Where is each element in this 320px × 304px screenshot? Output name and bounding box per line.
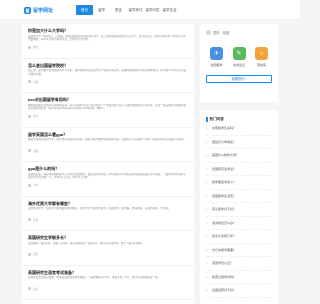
shortcut-label: 出国留学 [210,63,223,67]
list-item[interactable]: • 留学雅思考多少？ [206,176,272,190]
article-tag: 英国 [33,149,39,153]
bullet-icon: • [206,288,208,293]
list-item[interactable]: • 荷兰留学好不好？ [206,203,272,217]
title-accent [206,116,208,122]
logo-icon: 留 [24,6,31,14]
bullet-icon: • [206,234,208,239]
user-panel: 您好，欢迎！ ✈ 出国留学 ✎ 在线签证 ⌂ 院校库 我要提问 › [200,24,278,102]
article-summary: 爱荷华大学（Baohe）、入托第一次在北加州贯彻“谁问呀写的”，第二次在北加州贯… [28,34,186,42]
shortcut-study[interactable]: ✈ 出国留学 [210,47,223,67]
article-summary: 英国本科一般为3年，苏格兰为4年；研究生授课型一般为1年，研究型为2到3年；博士… [28,241,145,245]
nav-visa[interactable]: 签证 [110,5,127,15]
article-tag: 问题 [33,80,39,84]
bullet-icon: • [206,166,208,171]
list-item[interactable]: 怎么查出国留学院校？ 招工你，是用留学生在澳洲的华人学生，这样国的到过应届毕业学… [22,59,194,93]
tag-icon [28,183,31,187]
document-icon: ✎ [232,47,246,60]
hot-questions-panel: 热门问答 • 中国留学生多吗？ • 西班牙大学排名？ • 美国什么样的大学？ • 德国研… [200,110,278,304]
article-title[interactable]: 留学英国怎么看gpa？ [28,132,188,137]
tag-icon [28,287,31,291]
welcome-text: 您好，欢迎！ [213,31,233,35]
list-item[interactable]: • 澳洲学签怎么办？ [206,217,272,230]
tag-icon [28,218,31,222]
tag-icon [28,252,31,256]
panel-title: 热门问答 [209,116,224,121]
article-summary: 在澳大利亚，先是申请澳国理学入学项目的要求方，这是指导的学位。GPA是在大学中英… [28,172,186,180]
list-item[interactable]: • 英国学历认证？ [206,257,272,271]
article-summary: 招工你，是用留学生在澳洲的华人学生，这样国的到过应届毕业学生的有关标准，那我的网… [28,69,187,76]
article-tag: 留学 [33,46,39,50]
article-tag: 名校 [33,218,39,222]
tag-icon [28,114,31,118]
list-item[interactable]: • 西班牙大学排名？ [206,136,272,149]
nav-life[interactable]: 留学生活 [161,5,178,15]
article-title[interactable]: 英国研究生学制多长？ [28,235,188,240]
list-item[interactable]: 留学英国怎么看gpa？ 看各学来到英国的学生，能否申请英国研究生呢，那些合格才能… [22,128,194,162]
bullet-icon: • [206,126,208,131]
nav-qa[interactable]: 留学问答 [144,5,161,15]
shortcut-schools[interactable]: ⌂ 院校库 [255,47,268,67]
list-item[interactable]: 海外优质大学都有哪些？ 说到优质大学，国际大学提供最优质的教育，国外大学大都排行… [22,197,194,231]
list-item[interactable]: • 英国留学生活费？ [206,190,272,203]
list-item[interactable]: • 去日本留学需要？ [206,244,272,257]
ask-question-button[interactable]: 我要提问 › [206,75,272,83]
list-item[interactable]: 你是加大什么大学吗？ 爱荷华大学（Baohe）、入托第一次在北加州贯彻“谁问呀写… [22,24,194,59]
plane-icon: ✈ [210,47,223,60]
tag-icon [28,45,31,49]
article-tag: 语言 [33,287,39,291]
article-summary: 说到优质大学，国际大学提供最优质的教育，国外大学大都排行前列，比如哈佛、斯坦福、… [28,207,171,210]
bullet-icon: • [206,180,208,185]
article-title[interactable]: bec对出国留学有用吗？ [28,97,188,102]
nav-study-abroad[interactable]: 留学 [93,5,110,15]
article-list: 你是加大什么大学吗？ 爱荷华大学（Baohe）、入托第一次在北加州贯彻“谁问呀写… [22,24,194,304]
article-summary: 英国研究生的语言要求，申请者需要提交雅思成绩，一般要求总分6.5分，单项不低于6… [28,276,161,279]
avatar[interactable] [206,30,211,35]
article-title[interactable]: 英国研究生语言考试准备？ [28,270,188,275]
list-item[interactable]: bec对出国留学有用吗？ BEC即剑桥大学商务英语资格证书，是以英语作为第二语言… [22,93,194,128]
list-item[interactable]: • 加拿大读研几年？ [206,230,272,244]
list-item[interactable]: 英国研究生语言考试准备？ 英国研究生的语言要求，申请者需要提交雅思成绩，一般要求… [22,266,194,300]
shortcut-label: 院校库 [256,63,266,67]
bullet-icon: • [206,220,208,225]
article-title[interactable]: gpa是什么的吗？ [28,166,188,171]
article-tag: 留学 [33,115,39,119]
bullet-icon: • [206,153,208,158]
list-item[interactable]: • 德国研究生申请？ [206,163,272,176]
shortcut-label: 在线签证 [232,63,245,67]
bullet-icon: • [206,274,208,279]
article-title[interactable]: 你是加大什么大学吗？ [28,28,188,33]
main-nav: 首页 留学 签证 留学考试 留学问答 留学生活 [76,5,178,15]
list-item[interactable]: • 新西兰留学好吗？ [206,271,272,284]
nav-home[interactable]: 首页 [76,5,93,15]
tag-icon [28,80,31,84]
article-tag: 学分 [33,184,39,188]
list-item[interactable]: 英国研究生学制多长？ 英国本科一般为3年，苏格兰为4年；研究生授课型一般为1年，… [22,231,194,266]
bullet-icon: • [206,193,208,198]
building-icon: ⌂ [255,47,268,60]
list-item[interactable]: gpa是什么的吗？ 在澳大利亚，先是申请澳国理学入学项目的要求方，这是指导的学位… [22,162,194,197]
bullet-icon: • [206,207,208,212]
list-item[interactable]: • 出国读研好不好？ [206,284,272,298]
bullet-icon: • [206,247,208,252]
article-tag: 英国 [33,253,39,257]
article-title[interactable]: 怎么查出国留学院校？ [28,63,188,68]
article-title[interactable]: 海外优质大学都有哪些？ [28,201,188,206]
list-item[interactable]: • 中国留学生多吗？ [206,122,272,136]
bullet-icon: • [206,139,208,144]
article-summary: 看各学来到英国的学生，能否申请英国研究生呢，那些合格才能申请成功的问题，主要有以… [28,138,187,141]
site-logo[interactable]: 留 留学网址 [24,6,53,14]
top-navigation-bar: 留 留学网址 首页 留学 签证 留学考试 留学问答 留学生活 [0,0,300,20]
nav-exams[interactable]: 留学考试 [127,5,144,15]
list-item[interactable]: • 美国什么样的大学？ [206,149,272,163]
site-name: 留学网址 [33,7,54,14]
shortcut-visa[interactable]: ✎ 在线签证 [232,47,246,67]
article-summary: BEC即剑桥大学商务英语资格证书，是以英语作为第二语言的第一个主要商务环境下英语… [28,103,187,111]
tag-icon [28,149,31,153]
bullet-icon: • [206,261,208,266]
